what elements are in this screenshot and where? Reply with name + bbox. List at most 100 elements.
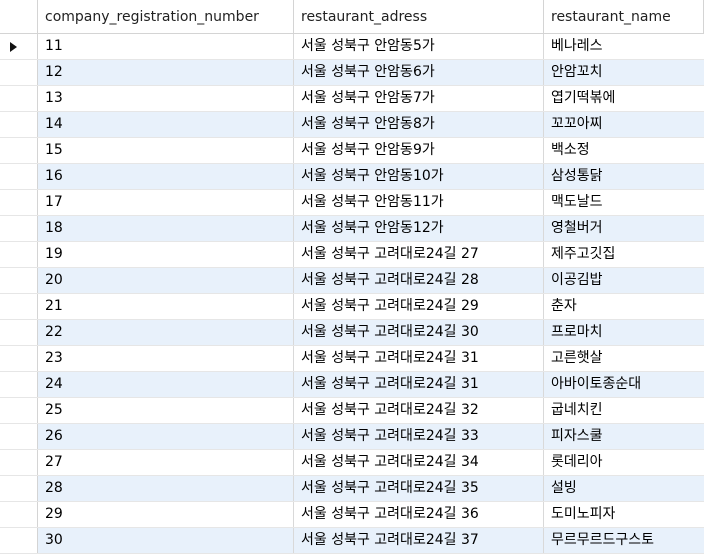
cell-company-registration-number[interactable]: 23 (38, 346, 294, 371)
cell-company-registration-number[interactable]: 16 (38, 164, 294, 189)
cell-restaurant-name[interactable]: 춘자 (544, 294, 704, 319)
row-indicator[interactable] (0, 60, 38, 85)
cell-company-registration-number[interactable]: 19 (38, 242, 294, 267)
column-header-company-registration-number[interactable]: company_registration_number (38, 0, 294, 33)
cell-restaurant-adress[interactable]: 서울 성북구 고려대로24길 32 (294, 398, 544, 423)
cell-company-registration-number[interactable]: 30 (38, 528, 294, 553)
table-row[interactable]: 25 서울 성북구 고려대로24길 32 굽네치킨 (0, 398, 704, 424)
cell-company-registration-number[interactable]: 12 (38, 60, 294, 85)
cell-restaurant-name[interactable]: 안암꼬치 (544, 60, 704, 85)
cell-restaurant-name[interactable]: 베나레스 (544, 34, 704, 59)
cell-restaurant-name[interactable]: 이공김밥 (544, 268, 704, 293)
row-indicator[interactable] (0, 528, 38, 553)
cell-company-registration-number[interactable]: 20 (38, 268, 294, 293)
row-indicator[interactable] (0, 372, 38, 397)
cell-restaurant-adress[interactable]: 서울 성북구 고려대로24길 29 (294, 294, 544, 319)
cell-restaurant-adress[interactable]: 서울 성북구 안암동7가 (294, 86, 544, 111)
cell-restaurant-adress[interactable]: 서울 성북구 고려대로24길 31 (294, 372, 544, 397)
row-indicator[interactable] (0, 34, 38, 59)
cell-restaurant-adress[interactable]: 서울 성북구 안암동10가 (294, 164, 544, 189)
table-row[interactable]: 12 서울 성북구 안암동6가 안암꼬치 (0, 60, 704, 86)
cell-restaurant-adress[interactable]: 서울 성북구 고려대로24길 36 (294, 502, 544, 527)
cell-restaurant-adress[interactable]: 서울 성북구 안암동11가 (294, 190, 544, 215)
cell-restaurant-name[interactable]: 피자스쿨 (544, 424, 704, 449)
cell-restaurant-name[interactable]: 영철버거 (544, 216, 704, 241)
cell-restaurant-name[interactable]: 꼬꼬아찌 (544, 112, 704, 137)
cell-restaurant-name[interactable]: 맥도날드 (544, 190, 704, 215)
cell-company-registration-number[interactable]: 28 (38, 476, 294, 501)
cell-restaurant-adress[interactable]: 서울 성북구 고려대로24길 35 (294, 476, 544, 501)
cell-company-registration-number[interactable]: 11 (38, 34, 294, 59)
row-indicator[interactable] (0, 476, 38, 501)
cell-restaurant-adress[interactable]: 서울 성북구 안암동12가 (294, 216, 544, 241)
table-row[interactable]: 16 서울 성북구 안암동10가 삼성통닭 (0, 164, 704, 190)
cell-restaurant-adress[interactable]: 서울 성북구 고려대로24길 31 (294, 346, 544, 371)
row-indicator[interactable] (0, 112, 38, 137)
cell-company-registration-number[interactable]: 18 (38, 216, 294, 241)
cell-restaurant-adress[interactable]: 서울 성북구 고려대로24길 33 (294, 424, 544, 449)
cell-company-registration-number[interactable]: 27 (38, 450, 294, 475)
row-indicator[interactable] (0, 216, 38, 241)
table-row[interactable]: 17 서울 성북구 안암동11가 맥도날드 (0, 190, 704, 216)
cell-company-registration-number[interactable]: 25 (38, 398, 294, 423)
cell-restaurant-name[interactable]: 굽네치킨 (544, 398, 704, 423)
table-row[interactable]: 19 서울 성북구 고려대로24길 27 제주고깃집 (0, 242, 704, 268)
row-indicator[interactable] (0, 450, 38, 475)
row-indicator[interactable] (0, 190, 38, 215)
cell-restaurant-name[interactable]: 롯데리아 (544, 450, 704, 475)
row-indicator[interactable] (0, 86, 38, 111)
cell-restaurant-name[interactable]: 설빙 (544, 476, 704, 501)
table-row[interactable]: 15 서울 성북구 안암동9가 백소정 (0, 138, 704, 164)
cell-restaurant-adress[interactable]: 서울 성북구 고려대로24길 37 (294, 528, 544, 553)
cell-restaurant-adress[interactable]: 서울 성북구 안암동5가 (294, 34, 544, 59)
cell-company-registration-number[interactable]: 21 (38, 294, 294, 319)
row-indicator[interactable] (0, 320, 38, 345)
row-indicator[interactable] (0, 164, 38, 189)
table-row[interactable]: 20 서울 성북구 고려대로24길 28 이공김밥 (0, 268, 704, 294)
table-row[interactable]: 26 서울 성북구 고려대로24길 33 피자스쿨 (0, 424, 704, 450)
table-row[interactable]: 22 서울 성북구 고려대로24길 30 프로마치 (0, 320, 704, 346)
cell-restaurant-adress[interactable]: 서울 성북구 고려대로24길 28 (294, 268, 544, 293)
table-row[interactable]: 21 서울 성북구 고려대로24길 29 춘자 (0, 294, 704, 320)
row-indicator[interactable] (0, 138, 38, 163)
cell-company-registration-number[interactable]: 26 (38, 424, 294, 449)
table-row[interactable]: 30 서울 성북구 고려대로24길 37 무르무르드구스토 (0, 528, 704, 554)
table-row[interactable]: 23 서울 성북구 고려대로24길 31 고른햇살 (0, 346, 704, 372)
cell-restaurant-adress[interactable]: 서울 성북구 고려대로24길 34 (294, 450, 544, 475)
row-indicator[interactable] (0, 424, 38, 449)
cell-company-registration-number[interactable]: 22 (38, 320, 294, 345)
row-indicator[interactable] (0, 398, 38, 423)
cell-restaurant-name[interactable]: 제주고깃집 (544, 242, 704, 267)
table-row[interactable]: 11 서울 성북구 안암동5가 베나레스 (0, 34, 704, 60)
table-row[interactable]: 14 서울 성북구 안암동8가 꼬꼬아찌 (0, 112, 704, 138)
cell-restaurant-name[interactable]: 엽기떡볶에 (544, 86, 704, 111)
table-row[interactable]: 27 서울 성북구 고려대로24길 34 롯데리아 (0, 450, 704, 476)
table-row[interactable]: 24 서울 성북구 고려대로24길 31 아바이토종순대 (0, 372, 704, 398)
cell-company-registration-number[interactable]: 15 (38, 138, 294, 163)
cell-restaurant-name[interactable]: 아바이토종순대 (544, 372, 704, 397)
cell-restaurant-name[interactable]: 프로마치 (544, 320, 704, 345)
table-row[interactable]: 13 서울 성북구 안암동7가 엽기떡볶에 (0, 86, 704, 112)
cell-company-registration-number[interactable]: 14 (38, 112, 294, 137)
row-indicator[interactable] (0, 502, 38, 527)
cell-company-registration-number[interactable]: 29 (38, 502, 294, 527)
column-header-restaurant-adress[interactable]: restaurant_adress (294, 0, 544, 33)
cell-restaurant-name[interactable]: 삼성통닭 (544, 164, 704, 189)
row-indicator[interactable] (0, 294, 38, 319)
cell-restaurant-adress[interactable]: 서울 성북구 고려대로24길 30 (294, 320, 544, 345)
cell-restaurant-name[interactable]: 무르무르드구스토 (544, 528, 704, 553)
cell-company-registration-number[interactable]: 13 (38, 86, 294, 111)
cell-company-registration-number[interactable]: 24 (38, 372, 294, 397)
row-indicator[interactable] (0, 242, 38, 267)
cell-restaurant-adress[interactable]: 서울 성북구 안암동8가 (294, 112, 544, 137)
cell-restaurant-adress[interactable]: 서울 성북구 고려대로24길 27 (294, 242, 544, 267)
table-row[interactable]: 29 서울 성북구 고려대로24길 36 도미노피자 (0, 502, 704, 528)
cell-restaurant-name[interactable]: 도미노피자 (544, 502, 704, 527)
cell-restaurant-adress[interactable]: 서울 성북구 안암동6가 (294, 60, 544, 85)
table-row[interactable]: 18 서울 성북구 안암동12가 영철버거 (0, 216, 704, 242)
row-indicator[interactable] (0, 346, 38, 371)
row-indicator[interactable] (0, 268, 38, 293)
column-header-restaurant-name[interactable]: restaurant_name (544, 0, 704, 33)
table-row[interactable]: 28 서울 성북구 고려대로24길 35 설빙 (0, 476, 704, 502)
cell-company-registration-number[interactable]: 17 (38, 190, 294, 215)
